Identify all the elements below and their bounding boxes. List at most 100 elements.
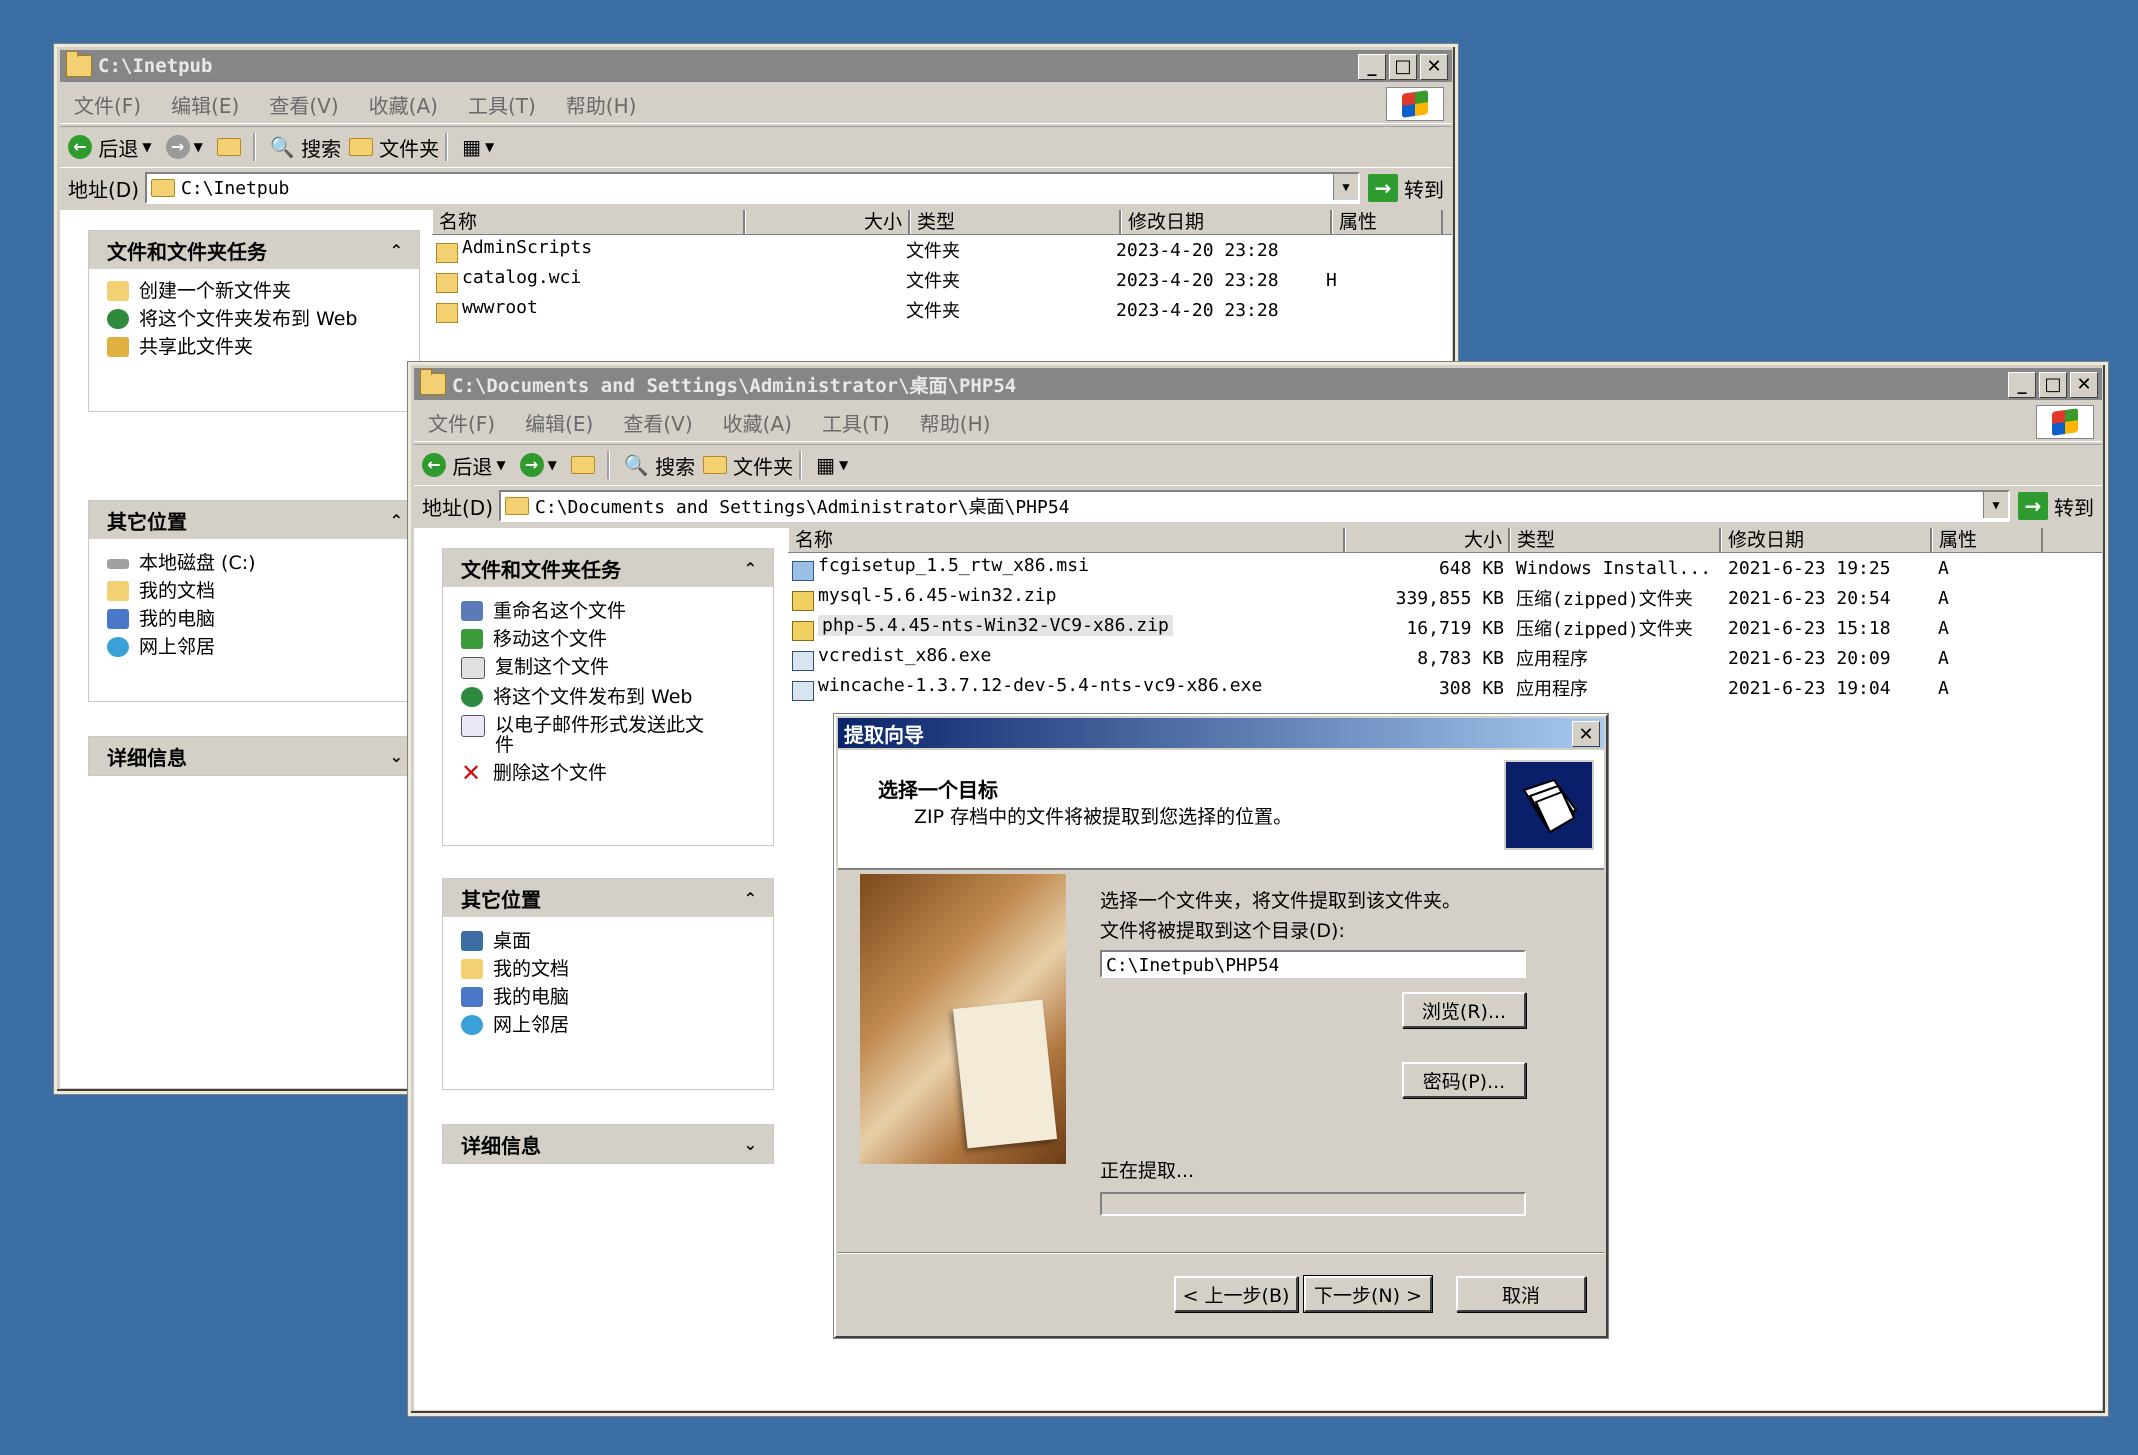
file-row[interactable]: catalog.wci 文件夹 2023-4-20 23:28 H: [432, 265, 1386, 295]
address-dropdown-button[interactable]: ▼: [1333, 174, 1358, 200]
column-size[interactable]: 大小: [1345, 528, 1510, 552]
column-size[interactable]: 大小: [745, 210, 910, 234]
menu-file[interactable]: 文件(F): [74, 90, 141, 119]
place-desktop[interactable]: 桌面: [443, 927, 773, 955]
panel-header[interactable]: 详细信息 ⌄: [89, 737, 419, 775]
place-my-documents[interactable]: 我的文档: [443, 955, 773, 983]
close-button[interactable]: ✕: [1420, 54, 1448, 80]
address-input[interactable]: C:\Inetpub ▼: [145, 172, 1360, 204]
task-email[interactable]: 以电子邮件形式发送此文件: [443, 711, 773, 759]
menu-tools[interactable]: 工具(T): [468, 90, 536, 119]
file-row-selected[interactable]: php-5.4.45-nts-Win32-VC9-x86.zip 16,719 …: [788, 613, 1998, 643]
menu-favorites[interactable]: 收藏(A): [369, 90, 438, 119]
panel-header[interactable]: 详细信息 ⌄: [443, 1125, 773, 1163]
up-folder-button[interactable]: [216, 138, 247, 156]
address-input[interactable]: C:\Documents and Settings\Administrator\…: [499, 490, 2010, 522]
collapse-chevron-icon[interactable]: ⌃: [390, 241, 403, 260]
task-publish-web[interactable]: 将这个文件发布到 Web: [443, 683, 773, 711]
column-attr[interactable]: 属性: [1332, 210, 1443, 234]
maximize-button[interactable]: □: [1389, 54, 1417, 80]
menu-favorites[interactable]: 收藏(A): [723, 408, 792, 437]
task-rename[interactable]: 重命名这个文件: [443, 597, 773, 625]
forward-button[interactable]: → ▼: [165, 135, 209, 159]
panel-header[interactable]: 文件和文件夹任务 ⌃: [89, 231, 419, 269]
column-type[interactable]: 类型: [910, 210, 1121, 234]
menu-edit[interactable]: 编辑(E): [525, 408, 593, 437]
forward-arrow-icon: →: [519, 453, 544, 477]
minimize-button[interactable]: _: [2008, 372, 2036, 398]
task-publish-web[interactable]: 将这个文件夹发布到 Web: [89, 305, 419, 333]
place-my-computer[interactable]: 我的电脑: [443, 983, 773, 1011]
place-network[interactable]: 网上邻居: [443, 1011, 773, 1039]
destination-input[interactable]: C:\Inetpub\PHP54: [1100, 950, 1526, 978]
expand-chevron-icon[interactable]: ⌄: [390, 747, 403, 766]
menu-help[interactable]: 帮助(H): [920, 408, 991, 437]
file-row[interactable]: wwwroot 文件夹 2023-4-20 23:28: [432, 295, 1386, 325]
views-button[interactable]: ▦ ▼: [816, 453, 854, 477]
collapse-chevron-icon[interactable]: ⌃: [744, 559, 757, 578]
column-type[interactable]: 类型: [1510, 528, 1721, 552]
place-network[interactable]: 网上邻居: [89, 633, 419, 661]
place-my-documents[interactable]: 我的文档: [89, 577, 419, 605]
task-label: 共享此文件夹: [139, 336, 254, 358]
place-local-disk[interactable]: 本地磁盘 (C:): [89, 549, 419, 577]
file-name: AdminScripts: [462, 237, 593, 258]
back-button[interactable]: ← 后退 ▼: [68, 133, 158, 162]
column-date[interactable]: 修改日期: [1121, 210, 1332, 234]
file-row[interactable]: fcgisetup_1.5_rtw_x86.msi 648 KB Windows…: [788, 553, 1998, 583]
address-dropdown-button[interactable]: ▼: [1983, 492, 2008, 518]
file-row[interactable]: vcredist_x86.exe 8,783 KB 应用程序 2021-6-23…: [788, 643, 1998, 673]
close-button[interactable]: ✕: [2070, 372, 2098, 398]
folders-button[interactable]: 文件夹: [349, 133, 439, 162]
column-name[interactable]: 名称: [432, 210, 745, 234]
minimize-button[interactable]: _: [1358, 54, 1386, 80]
task-copy[interactable]: 复制这个文件: [443, 653, 773, 683]
panel-header[interactable]: 其它位置 ⌃: [443, 879, 773, 917]
panel-header[interactable]: 文件和文件夹任务 ⌃: [443, 549, 773, 587]
forward-button[interactable]: → ▼: [519, 453, 563, 477]
folder-icon: [420, 369, 446, 395]
task-share-folder[interactable]: 共享此文件夹: [89, 333, 419, 361]
menu-tools[interactable]: 工具(T): [822, 408, 890, 437]
file-row[interactable]: wincache-1.3.7.12-dev-5.4-nts-vc9-x86.ex…: [788, 673, 1998, 703]
views-button[interactable]: ▦ ▼: [462, 135, 500, 159]
expand-chevron-icon[interactable]: ⌄: [744, 1135, 757, 1154]
file-row[interactable]: mysql-5.6.45-win32.zip 339,855 KB 压缩(zip…: [788, 583, 1998, 613]
file-attr: A: [1938, 587, 1949, 609]
file-row[interactable]: AdminScripts 文件夹 2023-4-20 23:28: [432, 235, 1386, 265]
task-new-folder[interactable]: 创建一个新文件夹: [89, 277, 419, 305]
column-name[interactable]: 名称: [788, 528, 1345, 552]
place-my-computer[interactable]: 我的电脑: [89, 605, 419, 633]
back-step-button[interactable]: < 上一步(B): [1174, 1276, 1298, 1312]
back-button[interactable]: ← 后退 ▼: [422, 451, 512, 480]
extraction-wizard-dialog[interactable]: 提取向导 ✕ 选择一个目标 ZIP 存档中的文件将被提取到您选择的位置。 选择一…: [834, 714, 1608, 1338]
menu-view[interactable]: 查看(V): [269, 90, 338, 119]
dialog-close-button[interactable]: ✕: [1572, 721, 1600, 747]
menu-help[interactable]: 帮助(H): [566, 90, 637, 119]
menu-file[interactable]: 文件(F): [428, 408, 495, 437]
task-delete[interactable]: ✕ 删除这个文件: [443, 759, 773, 787]
go-button[interactable]: → 转到: [1368, 174, 1444, 203]
password-button[interactable]: 密码(P)...: [1402, 1062, 1526, 1098]
up-folder-button[interactable]: [570, 456, 601, 474]
collapse-chevron-icon[interactable]: ⌃: [390, 511, 403, 530]
cancel-button[interactable]: 取消: [1456, 1276, 1586, 1312]
column-date[interactable]: 修改日期: [1721, 528, 1932, 552]
maximize-button[interactable]: □: [2039, 372, 2067, 398]
column-attr[interactable]: 属性: [1932, 528, 2043, 552]
dialog-title-bar[interactable]: 提取向导 ✕: [838, 718, 1604, 748]
task-move[interactable]: 移动这个文件: [443, 625, 773, 653]
search-button[interactable]: 🔍 搜索: [270, 133, 341, 162]
wizard-side-image: [860, 874, 1066, 1164]
panel-header[interactable]: 其它位置 ⌃: [89, 501, 419, 539]
title-bar[interactable]: C:\Documents and Settings\Administrator\…: [414, 368, 2102, 400]
next-step-button[interactable]: 下一步(N) >: [1303, 1275, 1433, 1313]
title-bar[interactable]: C:\Inetpub _ □ ✕: [60, 50, 1452, 82]
folders-button[interactable]: 文件夹: [703, 451, 793, 480]
menu-view[interactable]: 查看(V): [623, 408, 692, 437]
search-button[interactable]: 🔍 搜索: [624, 451, 695, 480]
go-button[interactable]: → 转到: [2018, 492, 2094, 521]
collapse-chevron-icon[interactable]: ⌃: [744, 889, 757, 908]
menu-edit[interactable]: 编辑(E): [171, 90, 239, 119]
browse-button[interactable]: 浏览(R)...: [1402, 992, 1526, 1028]
